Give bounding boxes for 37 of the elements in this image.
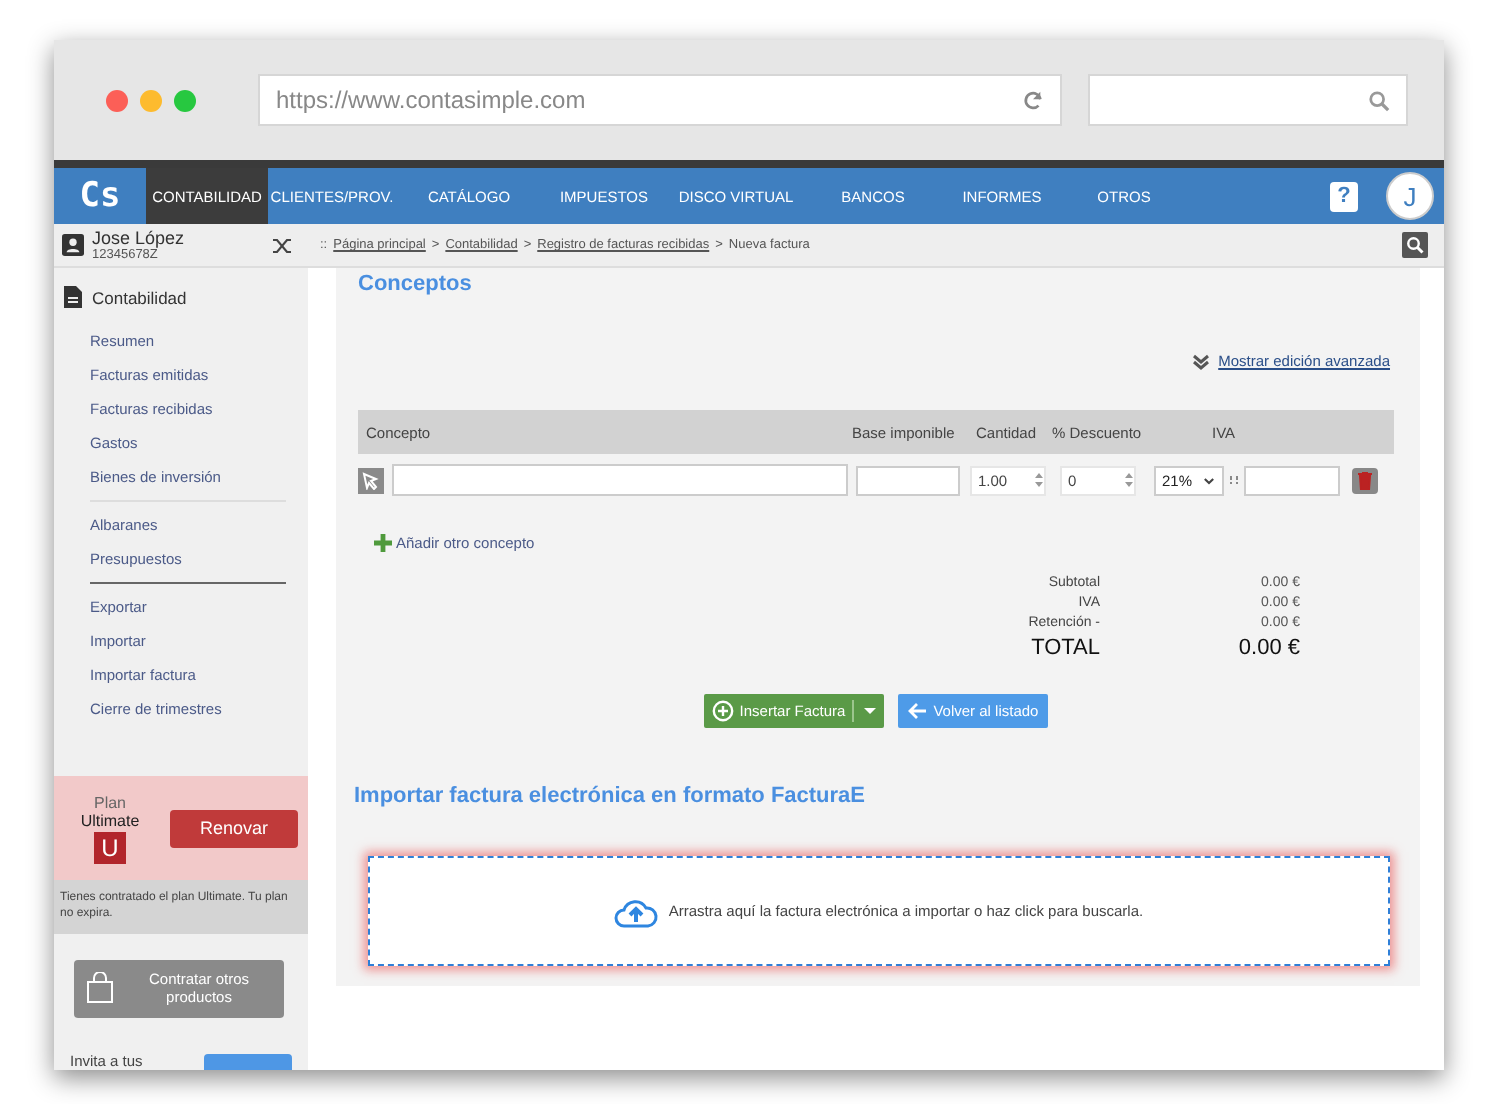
contact-card-icon (62, 234, 84, 256)
base-field[interactable] (856, 465, 960, 495)
user-name: Jose López (92, 229, 187, 247)
search-button[interactable] (1402, 232, 1428, 258)
total-value: 0.00 € (1236, 636, 1300, 660)
section-title: Conceptos (358, 272, 474, 296)
plus-circle-icon (711, 700, 734, 722)
window-controls-icon[interactable] (106, 89, 196, 111)
sidebar-section-title: Contabilidad (92, 287, 187, 307)
cursor-button[interactable] (358, 467, 384, 493)
double-chevron-icon (1192, 353, 1211, 369)
caret-icon[interactable] (863, 707, 876, 715)
total-label: TOTAL (1029, 636, 1100, 660)
shopping-bag-icon (86, 972, 114, 1005)
reload-icon[interactable] (1022, 89, 1045, 111)
app-logo[interactable]: Cs (54, 168, 146, 224)
spinner-arrows-icon[interactable] (1034, 470, 1044, 490)
shuffle-icon[interactable] (272, 235, 292, 255)
plus-icon (374, 534, 392, 552)
vat-field[interactable] (1244, 465, 1340, 495)
arrow-left-icon (907, 702, 928, 720)
plan-name: Ultimate (80, 811, 140, 829)
plan-badge: U (94, 831, 126, 863)
renew-button[interactable]: Renovar (170, 809, 298, 847)
concept-field[interactable] (392, 464, 848, 496)
address-bar[interactable]: https://www.contasimple.com (258, 74, 1063, 126)
cloud-upload-icon (614, 895, 659, 927)
chevron-down-icon (1202, 473, 1216, 487)
help-button[interactable]: ? (1330, 181, 1358, 211)
search-icon (1368, 89, 1390, 111)
delete-button[interactable] (1352, 467, 1378, 493)
user-avatar[interactable]: J (1386, 172, 1434, 220)
spinner-arrows-icon[interactable] (1124, 470, 1134, 490)
section-title: Importar factura electrónica en formato FacturaE (354, 784, 868, 808)
plan-label: Plan (93, 793, 126, 811)
document-icon (64, 286, 82, 308)
search-field[interactable] (1088, 74, 1408, 126)
